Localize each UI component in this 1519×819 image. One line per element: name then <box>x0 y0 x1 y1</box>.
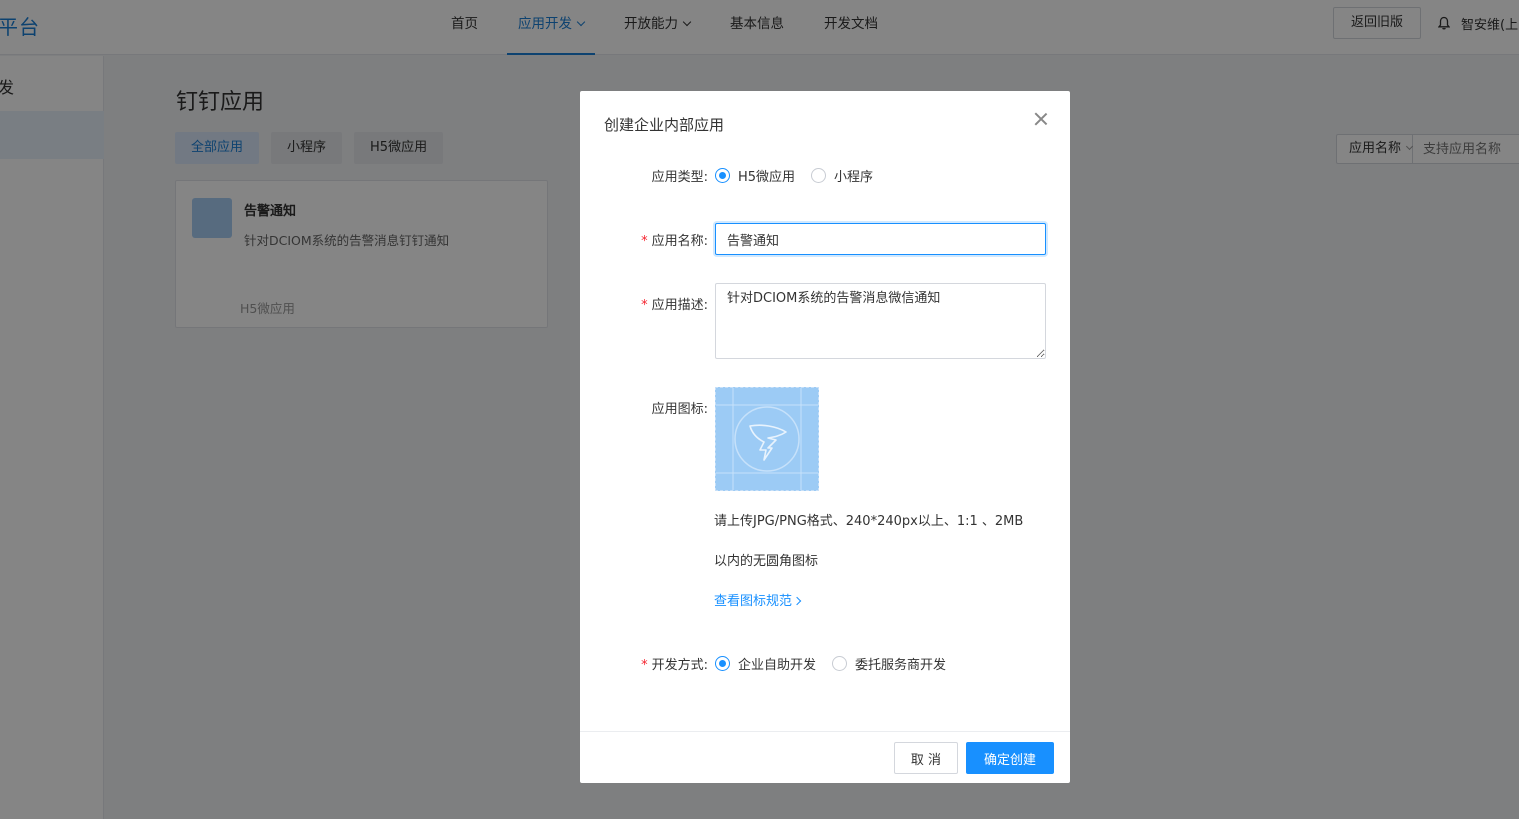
radio-checked-icon <box>715 656 730 671</box>
app-icon-label-text: 应用图标: <box>651 402 708 417</box>
radio-label: 小程序 <box>834 170 874 185</box>
app-type-label-text: 应用类型: <box>651 170 708 185</box>
radio-label: H5微应用 <box>738 170 796 185</box>
radio-h5-app[interactable]: H5微应用 <box>715 166 795 185</box>
app-icon-label: 应用图标: <box>580 398 708 417</box>
create-app-dialog: 创建企业内部应用 应用类型: H5微应用 小程序 *应用名称: *应用描述: 针… <box>580 91 1070 783</box>
chevron-right-icon <box>792 596 802 606</box>
radio-self-develop[interactable]: 企业自助开发 <box>715 654 816 673</box>
required-mark: * <box>641 298 648 313</box>
radio-label: 委托服务商开发 <box>855 658 947 673</box>
confirm-create-button[interactable]: 确定创建 <box>966 742 1054 774</box>
app-description-textarea[interactable]: 针对DCIOM系统的告警消息微信通知 <box>715 283 1046 359</box>
icon-spec-link[interactable]: 查看图标规范 <box>714 590 802 609</box>
required-mark: * <box>641 658 648 673</box>
radio-unchecked-icon <box>811 168 827 183</box>
app-name-label: * 应用名称: <box>580 230 708 249</box>
app-desc-label-text: 应用描述: <box>651 298 708 313</box>
dingtalk-logo-icon <box>716 388 818 490</box>
radio-checked-icon <box>715 168 730 183</box>
radio-mini-program[interactable]: 小程序 <box>811 166 873 185</box>
app-type-radio-group: H5微应用 小程序 <box>715 166 889 185</box>
icon-hint-line1: 请上传JPG/PNG格式、240*240px以上、1:1 、2MB <box>714 514 1024 529</box>
dialog-title: 创建企业内部应用 <box>604 116 725 134</box>
app-name-input[interactable] <box>715 223 1046 255</box>
app-icon-upload[interactable] <box>715 387 819 491</box>
icon-hint-line2: 以内的无圆角图标 <box>714 554 819 569</box>
dev-mode-label-text: 开发方式: <box>651 658 708 673</box>
required-mark: * <box>641 234 648 249</box>
close-icon[interactable] <box>1032 110 1050 128</box>
app-desc-label: * 应用描述: <box>580 294 708 313</box>
icon-spec-link-text: 查看图标规范 <box>714 594 793 609</box>
cancel-button[interactable]: 取 消 <box>894 742 958 774</box>
radio-label: 企业自助开发 <box>738 658 817 673</box>
dialog-footer: 取 消 确定创建 <box>580 731 1070 783</box>
dev-mode-label: * 开发方式: <box>580 654 708 673</box>
dev-mode-radio-group: 企业自助开发 委托服务商开发 <box>715 654 962 673</box>
radio-unchecked-icon <box>832 656 848 671</box>
app-name-label-text: 应用名称: <box>651 234 708 249</box>
app-type-label: 应用类型: <box>580 166 708 185</box>
radio-vendor-develop[interactable]: 委托服务商开发 <box>832 654 946 673</box>
